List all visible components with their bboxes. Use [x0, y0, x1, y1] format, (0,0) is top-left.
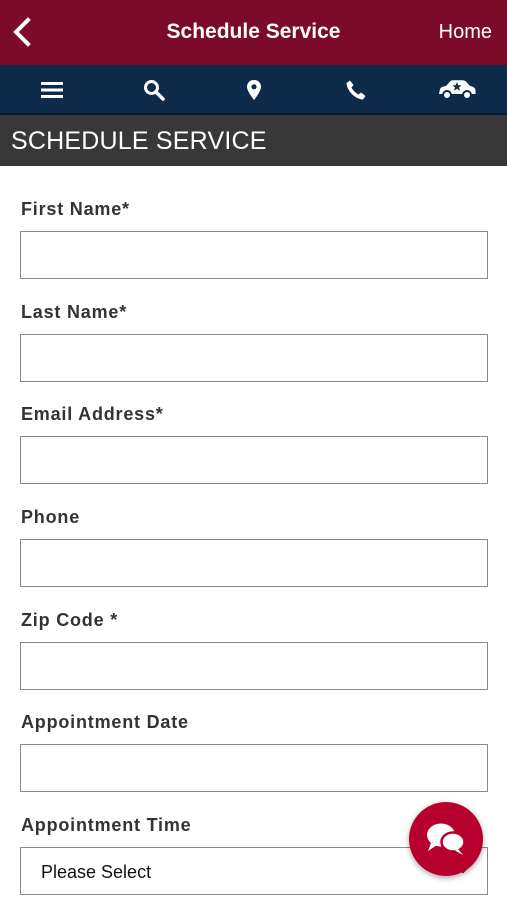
zip-code-field[interactable]	[20, 642, 488, 690]
location-pin-icon	[247, 80, 261, 100]
app-header: Schedule Service Home	[0, 0, 507, 65]
search-icon	[144, 80, 165, 101]
home-button[interactable]: Home	[439, 21, 492, 44]
search-button[interactable]	[142, 77, 166, 103]
chat-bubbles-icon	[427, 823, 466, 855]
first-name-field[interactable]	[20, 231, 488, 279]
appointment-time-selected-value: Please Select	[41, 862, 152, 882]
vehicle-button[interactable]	[436, 77, 478, 103]
email-field[interactable]	[20, 436, 488, 484]
location-button[interactable]	[245, 77, 263, 103]
section-header: SCHEDULE SERVICE	[0, 115, 507, 166]
nav-bar	[0, 65, 507, 115]
first-name-label: First Name*	[21, 199, 130, 219]
appointment-date-label: Appointment Date	[21, 712, 189, 732]
zip-code-label: Zip Code *	[21, 610, 118, 630]
last-name-label: Last Name*	[21, 302, 128, 322]
chat-button[interactable]	[409, 802, 483, 876]
car-star-icon	[439, 80, 476, 100]
phone-field[interactable]	[20, 539, 488, 587]
page-title: Schedule Service	[166, 20, 341, 43]
last-name-field[interactable]	[20, 334, 488, 382]
call-button[interactable]	[344, 77, 368, 103]
menu-button[interactable]	[40, 77, 64, 103]
phone-label: Phone	[21, 507, 81, 527]
section-title: SCHEDULE SERVICE	[11, 127, 267, 155]
menu-icon	[41, 82, 63, 98]
phone-icon	[346, 80, 366, 100]
appointment-time-label: Appointment Time	[21, 815, 192, 835]
appointment-date-field[interactable]	[20, 744, 488, 792]
email-label: Email Address*	[21, 404, 164, 424]
